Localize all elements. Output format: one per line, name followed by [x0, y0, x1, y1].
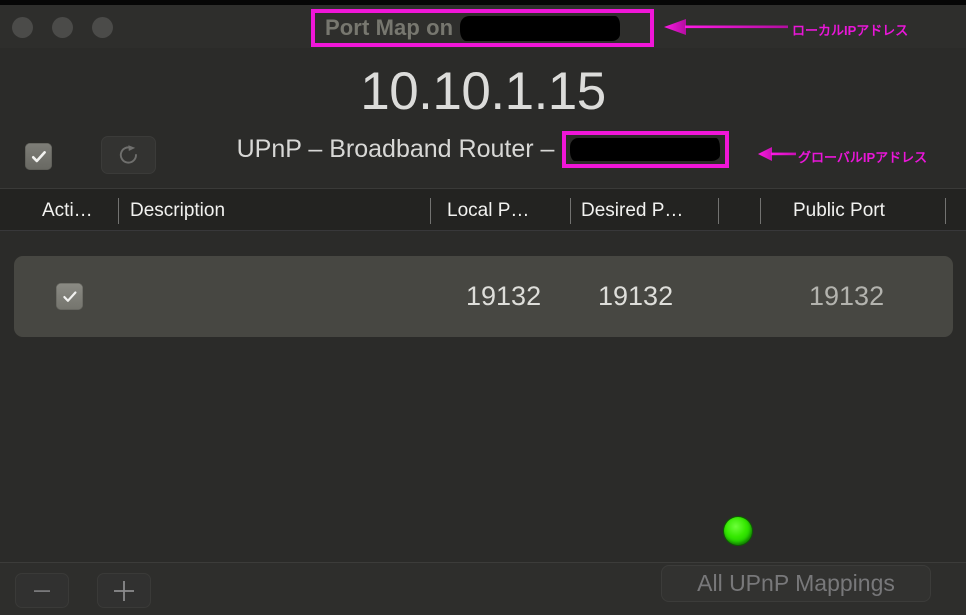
cell-description[interactable]: [130, 256, 430, 337]
local-ip-display: 10.10.1.15: [360, 62, 606, 121]
enable-port-map-checkbox[interactable]: [25, 143, 52, 170]
row-active-checkbox[interactable]: [56, 283, 83, 310]
column-header-public-port[interactable]: Public Port: [793, 189, 943, 232]
all-upnp-mappings-button[interactable]: All UPnP Mappings: [661, 565, 931, 602]
refresh-button[interactable]: [101, 136, 156, 174]
column-header-active[interactable]: Acti…: [42, 189, 122, 232]
traffic-light-group: [12, 17, 113, 38]
column-header-local-port[interactable]: Local P…: [447, 189, 565, 232]
cell-public-port: 19132: [809, 281, 885, 311]
global-ip-redaction-bar: [570, 138, 721, 161]
window-title-highlight-box: Port Map on: [311, 9, 654, 47]
column-header-status[interactable]: [726, 189, 752, 232]
router-name-text: UPnP – Broadband Router –: [236, 135, 555, 163]
global-ip-annotation-arrow: [758, 145, 796, 163]
window-title-text: Port Map on: [325, 15, 454, 40]
remove-mapping-button[interactable]: [15, 573, 69, 608]
minimize-button[interactable]: [52, 17, 73, 38]
global-ip-highlight-box: [562, 131, 730, 168]
column-header-desired-port[interactable]: Desired P…: [581, 189, 711, 232]
close-button[interactable]: [12, 17, 33, 38]
column-divider[interactable]: [570, 198, 571, 224]
table-row[interactable]: 19132 19132 19132: [14, 256, 953, 337]
cell-desired-port[interactable]: 19132: [598, 256, 698, 337]
cell-local-port[interactable]: 19132: [466, 256, 566, 337]
port-map-window: Port Map on ローカルIPアドレス 10.10.1.15 UPnP –…: [0, 0, 966, 615]
column-divider[interactable]: [760, 198, 761, 224]
port-map-table-body: 19132 19132 19132: [0, 231, 966, 562]
column-divider[interactable]: [430, 198, 431, 224]
all-upnp-mappings-label: All UPnP Mappings: [697, 570, 895, 596]
port-map-table-header: Acti… Description Local P… Desired P… Pu…: [0, 188, 966, 231]
status-led-icon: [724, 517, 752, 545]
column-header-description[interactable]: Description: [130, 189, 420, 232]
local-ip-redaction-bar: [460, 15, 621, 41]
local-ip-annotation-arrow: [664, 18, 788, 36]
column-divider[interactable]: [718, 198, 719, 224]
column-divider[interactable]: [118, 198, 119, 224]
plus-icon: [114, 580, 134, 601]
zoom-button[interactable]: [92, 17, 113, 38]
add-mapping-button[interactable]: [97, 573, 151, 608]
minus-icon: [34, 589, 50, 592]
refresh-icon: [119, 145, 137, 164]
local-ip-annotation-label: ローカルIPアドレス: [792, 23, 909, 38]
global-ip-annotation-label: グローバルIPアドレス: [798, 150, 928, 165]
column-divider[interactable]: [945, 198, 946, 224]
